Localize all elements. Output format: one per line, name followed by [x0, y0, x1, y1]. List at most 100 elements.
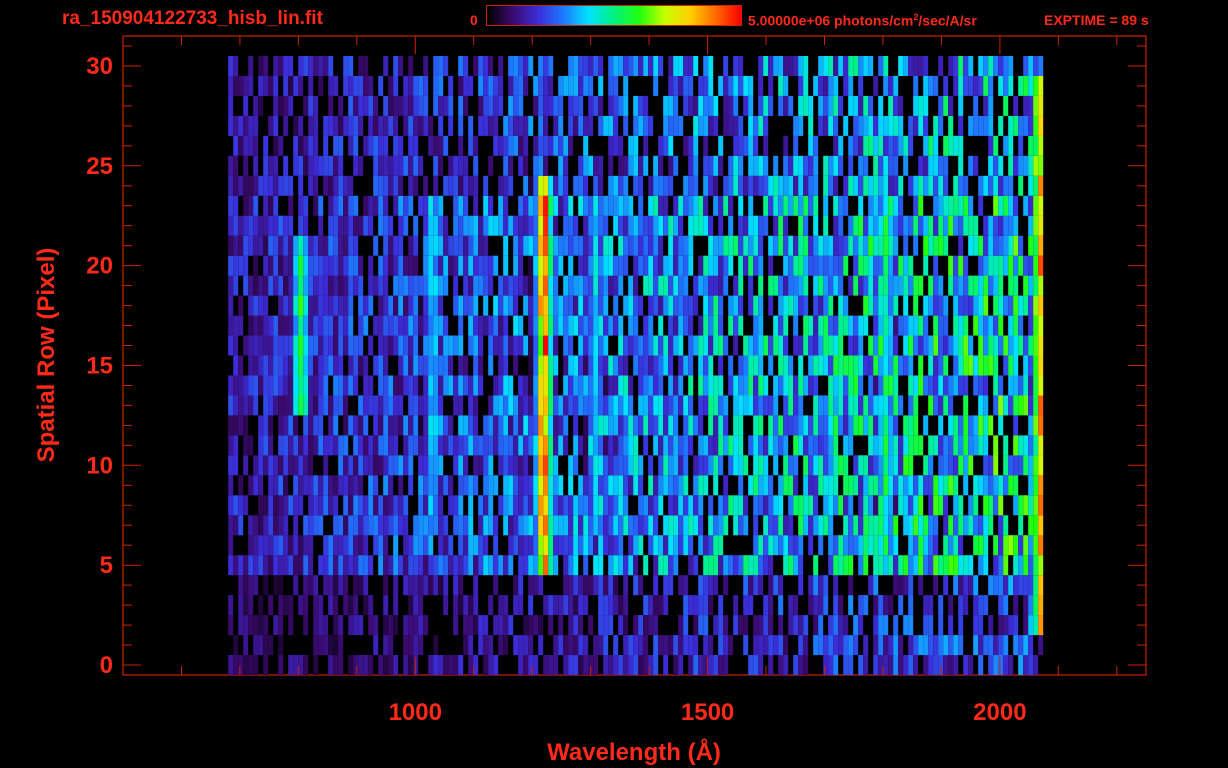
heatmap-cell [948, 375, 954, 396]
heatmap-cell [818, 595, 824, 616]
heatmap-cell [743, 635, 749, 656]
heatmap-cell [443, 215, 449, 236]
heatmap-cell [608, 555, 614, 576]
heatmap-cell [838, 155, 844, 176]
heatmap-cell [478, 375, 484, 396]
heatmap-cell [938, 195, 944, 216]
heatmap-cell [868, 175, 874, 196]
heatmap-cell [738, 135, 744, 156]
heatmap-cell [418, 315, 424, 336]
heatmap-cell [733, 495, 739, 516]
heatmap-cell [993, 135, 999, 156]
heatmap-cell [863, 595, 869, 616]
heatmap-cell [958, 135, 964, 156]
heatmap-cell [908, 495, 914, 516]
heatmap-cell [938, 95, 944, 116]
heatmap-cell [598, 275, 604, 296]
heatmap-cell [633, 295, 639, 316]
heatmap-cell [528, 615, 534, 636]
heatmap-cell [683, 135, 689, 156]
heatmap-cell [328, 195, 334, 216]
heatmap-cell [903, 135, 909, 156]
heatmap-cell [823, 575, 829, 596]
heatmap-cell [333, 555, 339, 576]
heatmap-cell [1008, 235, 1014, 256]
heatmap-cell [678, 115, 684, 136]
heatmap-cell [843, 415, 849, 436]
heatmap-cell [508, 475, 514, 496]
heatmap-cell [588, 375, 594, 396]
heatmap-cell [278, 375, 284, 396]
heatmap-cell [233, 655, 239, 675]
heatmap-cell [373, 475, 379, 496]
heatmap-cell [803, 95, 809, 116]
heatmap-cell [868, 115, 874, 136]
heatmap-cell [393, 495, 399, 516]
heatmap-cell [383, 56, 389, 76]
heatmap-cell [578, 395, 584, 416]
heatmap-cell [633, 315, 639, 336]
heatmap-cell [1018, 315, 1024, 336]
heatmap-cell [448, 75, 454, 96]
heatmap-cell [578, 175, 584, 196]
heatmap-cell [883, 56, 889, 76]
heatmap-cell [493, 335, 499, 356]
heatmap-cell [293, 375, 299, 396]
heatmap-cell [448, 235, 454, 256]
heatmap-cell [713, 395, 719, 416]
heatmap-cell [383, 475, 389, 496]
heatmap-cell [1018, 435, 1024, 456]
heatmap-cell [463, 255, 469, 276]
heatmap-cell [1008, 355, 1014, 376]
heatmap-cell [473, 175, 479, 196]
heatmap-cell [708, 155, 714, 176]
heatmap-cell [533, 515, 539, 536]
heatmap-cell [513, 395, 519, 416]
heatmap-cell [683, 515, 689, 536]
heatmap-cell [343, 495, 349, 516]
heatmap-cell [493, 615, 499, 636]
heatmap-cell [643, 495, 649, 516]
heatmap-cell [413, 135, 419, 156]
heatmap-cell [708, 435, 714, 456]
heatmap-cell [693, 56, 699, 76]
heatmap-cell [893, 495, 899, 516]
heatmap-cell [668, 575, 674, 596]
heatmap-cell [1003, 195, 1009, 216]
heatmap-cell [788, 555, 794, 576]
heatmap-cell [943, 95, 949, 116]
heatmap-cell [863, 95, 869, 116]
heatmap-cell [568, 615, 574, 636]
heatmap-cell [628, 395, 634, 416]
heatmap-cell [273, 495, 279, 516]
heatmap-cell [888, 395, 894, 416]
heatmap-cell [1018, 255, 1024, 276]
heatmap-cell [453, 615, 459, 636]
heatmap-cell [278, 595, 284, 616]
heatmap-cell [933, 115, 939, 136]
heatmap-cell [473, 355, 479, 376]
heatmap-cell [578, 195, 584, 216]
heatmap-cell [858, 475, 864, 496]
heatmap-cell [588, 335, 594, 356]
heatmap-cell [683, 255, 689, 276]
heatmap-cell [848, 275, 854, 296]
heatmap-cell [358, 455, 364, 476]
heatmap-cell [383, 535, 389, 556]
heatmap-cell [413, 175, 419, 196]
heatmap-cell [353, 255, 359, 276]
heatmap-cell [513, 435, 519, 456]
heatmap-cell [993, 375, 999, 396]
heatmap-cell [313, 275, 319, 296]
heatmap-cell [393, 295, 399, 316]
heatmap-cell [998, 75, 1004, 96]
heatmap-cell [308, 435, 314, 456]
heatmap-cell [388, 255, 394, 276]
heatmap-cell [1033, 235, 1039, 256]
heatmap-cell [663, 215, 669, 236]
heatmap-cell [888, 595, 894, 616]
heatmap-cell [878, 155, 884, 176]
heatmap-cell [698, 495, 704, 516]
heatmap-cell [573, 295, 579, 316]
heatmap-cell [703, 475, 709, 496]
